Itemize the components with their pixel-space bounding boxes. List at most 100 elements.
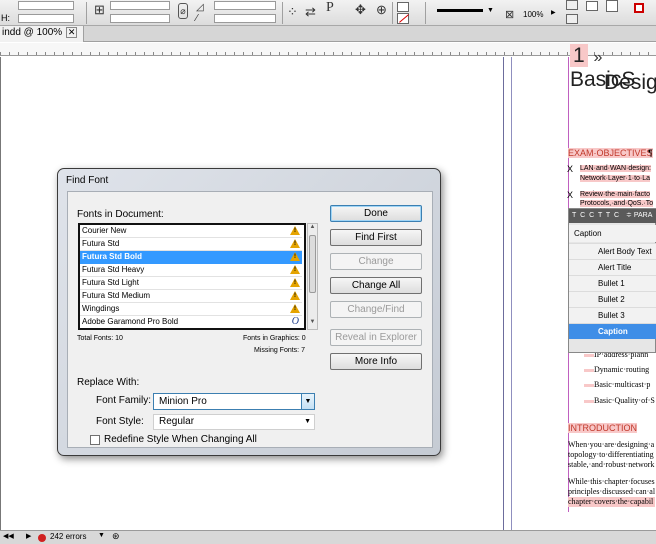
text-wrap-icon[interactable] [566,0,578,10]
chevron-down-icon[interactable]: ▼ [487,7,494,14]
font-list-item[interactable]: Futura Std Light! [80,277,302,290]
font-family-select[interactable]: Minion Pro ▼ [153,393,315,410]
chevron-down-icon[interactable]: ▼ [304,415,311,429]
font-list-item[interactable]: Wingdings! [80,303,302,316]
zoom-value[interactable]: 100% [523,10,543,19]
change-all-button[interactable]: Change All [330,277,422,294]
chapter-title-line2: Desig [604,71,656,94]
chevron-down-icon[interactable]: ▼ [98,532,105,539]
page-edge-left [0,57,1,530]
font-list[interactable]: Courier New! Futura Std! Futura Std Bold! F… [78,223,306,330]
font-name: Futura Std Medium [82,291,151,300]
font-family-label: Font Family: [96,395,152,406]
font-name: Adobe Garamond Pro Bold [82,317,179,326]
bullet-marker [584,399,594,403]
missing-font-warning-icon: ! [290,278,300,287]
document-tab-bar: indd @ 100% ✕ [0,26,656,42]
opentype-font-icon: O [291,316,299,327]
chapter-separator: » [593,49,603,66]
intro-p1-line2: topology·to·differentiating [568,450,654,459]
bullet-c: Basic·multicast·p [584,380,650,389]
control-bar: H: ⊞ ⌀ ◿ ⁄ ⁘ ⇄ P ✥ ⊕ ▼ ⊠ 100% ▶ [0,0,656,26]
scroll-up-icon[interactable]: ▲ [308,224,317,234]
panel-tab-icons[interactable]: T C C T T C [569,212,620,219]
horizontal-ruler[interactable] [0,43,656,56]
chevron-down-icon[interactable]: ▼ [301,394,314,409]
fonts-in-document-label: Fonts in Document: [77,209,164,220]
shear-icon[interactable]: ⁄ [196,12,198,26]
fx-icon[interactable] [634,3,644,13]
grid-icon[interactable]: ⊞ [94,3,105,17]
paragraph-style-item[interactable]: Bullet 2 [569,291,656,307]
scale-x-field[interactable] [110,1,170,10]
page-spine-left [503,57,504,530]
intro-p1-line1: When·you·are·designing·a [568,440,655,449]
scroll-thumb[interactable] [309,235,316,293]
stroke-swatch-icon[interactable] [397,13,409,24]
scroll-down-icon[interactable]: ▼ [308,319,317,329]
paragraph-style-item[interactable]: Bullet 1 [569,275,656,291]
font-list-item[interactable]: Adobe Garamond Pro Bold O [80,316,302,328]
select-container-icon[interactable]: ✥ [355,3,366,17]
objective-1-line2: Network·Layer·1·to·La [580,175,651,182]
first-page-icon[interactable]: ◀◀ [3,532,14,540]
change-button[interactable]: Change [330,253,422,270]
paragraph-style-item[interactable]: Alert Body Text [569,243,656,259]
font-list-item[interactable]: Futura Std! [80,238,302,251]
font-list-scrollbar[interactable]: ▲ ▼ [307,223,318,330]
dialog-body: Fonts in Document: Courier New! Futura St… [67,191,433,448]
chevron-right-icon[interactable]: ▶ [551,9,556,16]
close-icon[interactable]: ✕ [66,27,78,38]
opacity-icon[interactable]: ⊠ [505,8,514,22]
missing-font-warning-icon: ! [290,239,300,248]
stroke-weight-preview[interactable] [437,9,483,12]
rotation-field[interactable] [214,1,276,10]
paragraph-styles-tab[interactable]: ≑ PARA [622,212,652,219]
more-info-button[interactable]: More Info [330,353,422,370]
fill-swatch-icon[interactable] [397,2,409,12]
exam-objectives-heading: EXAM·OBJECTIVES [568,148,653,158]
intro-p2-line3: chapter·covers·the·capabil [568,497,656,507]
shear-field[interactable] [214,14,276,23]
font-list-item[interactable]: Futura Std Bold! [80,251,302,264]
font-name: Futura Std Heavy [82,265,145,274]
preflight-error-icon[interactable] [38,534,46,542]
height-field[interactable] [18,14,74,23]
bullet-b: Dynamic·routing [584,365,649,374]
font-list-item[interactable]: Futura Std Heavy! [80,264,302,277]
font-list-item[interactable]: Courier New! [80,225,302,238]
paragraph-style-item[interactable]: Alert Title [569,259,656,275]
scale-y-field[interactable] [110,14,170,23]
missing-font-warning-icon: ! [290,291,300,300]
font-style-label: Font Style: [96,416,144,427]
font-style-select[interactable]: Regular ▼ [153,414,315,430]
page-spine-right [511,57,512,530]
font-list-item[interactable]: Adobe Garamond Pro BoldO [80,329,302,330]
find-first-button[interactable]: Find First [330,229,422,246]
paragraph-style-item[interactable]: Caption [569,323,656,339]
document-tab[interactable]: indd @ 100% ✕ [0,26,85,42]
reference-point-icon[interactable]: ⁘ [287,5,298,19]
flip-icon[interactable]: ⇄ [305,5,316,19]
bullet-d: Basic·Quality·of·S [584,396,655,405]
align-icon[interactable] [566,14,578,24]
x-field[interactable] [18,1,74,10]
column-icon[interactable] [586,1,598,11]
font-style-value: Regular [159,416,195,427]
constrain-proportions-icon[interactable]: ⌀ [178,3,188,19]
reveal-in-explorer-button[interactable]: Reveal in Explorer [330,329,422,346]
change-find-button[interactable]: Change/Find [330,301,422,318]
error-count[interactable]: 242 errors [50,532,86,541]
paragraph-style-item[interactable]: Bullet 3 [569,307,656,323]
divider [86,2,87,24]
next-page-icon[interactable]: ▶ [26,532,31,540]
preflight-menu-icon[interactable]: ⊛ [112,531,120,542]
panel-tab-strip[interactable]: T C C T T C ≑ PARA [569,209,656,223]
corner-options-icon[interactable] [606,0,618,12]
done-button[interactable]: Done [330,205,422,222]
redefine-style-checkbox[interactable] [90,435,100,445]
select-content-icon[interactable]: ⊕ [376,3,387,17]
missing-font-warning-icon: ! [290,252,300,261]
text-frame-icon[interactable]: P [326,1,334,15]
font-list-item[interactable]: Futura Std Medium! [80,290,302,303]
